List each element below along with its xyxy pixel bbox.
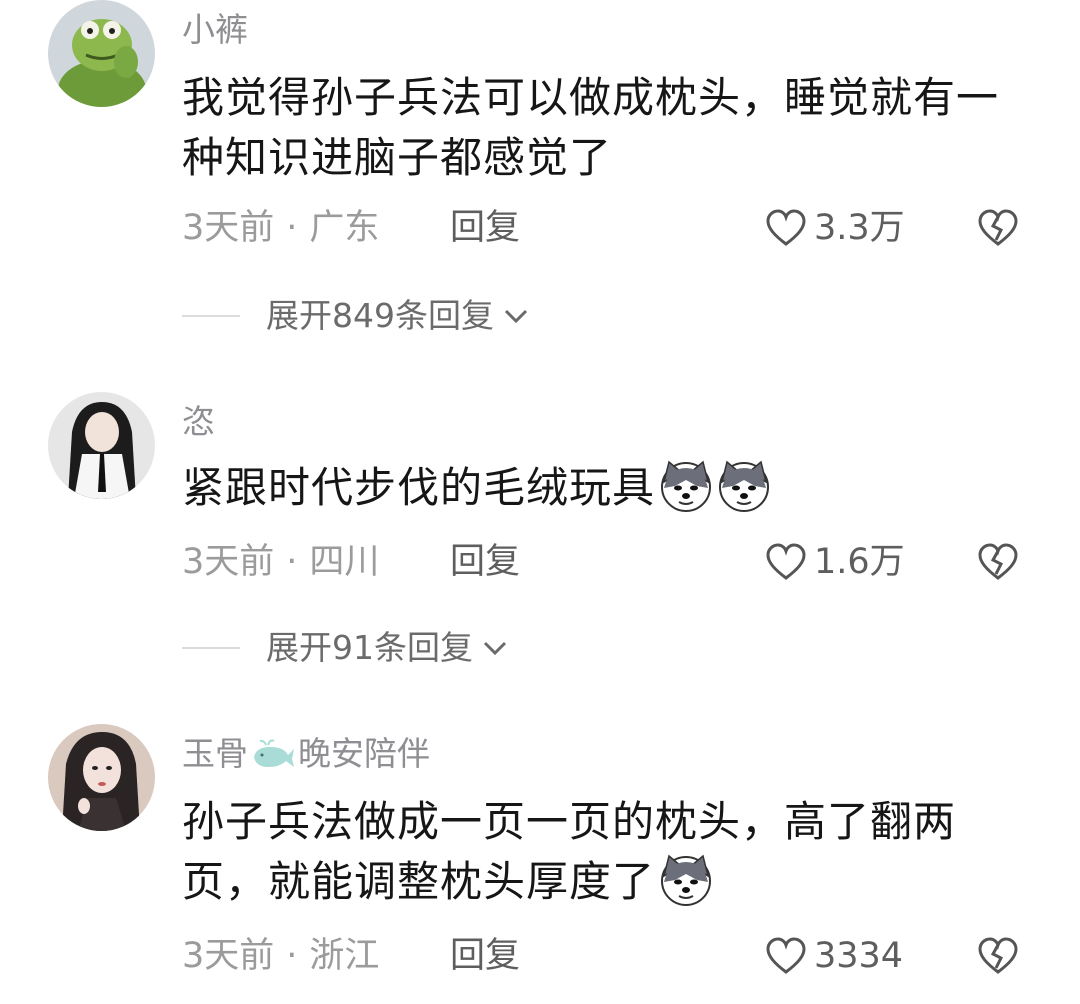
comment-time: 3天前	[182, 208, 275, 248]
like-button[interactable]: 3334	[764, 936, 903, 976]
broken-heart-icon	[978, 209, 1018, 246]
comment-time: 3天前	[182, 542, 275, 582]
comment-location: 广东	[309, 208, 380, 248]
username[interactable]: 恣	[182, 402, 215, 442]
like-button[interactable]: 3.3万	[764, 208, 905, 248]
avatar[interactable]	[48, 724, 155, 831]
separator: ·	[286, 936, 298, 976]
like-button[interactable]: 1.6万	[764, 542, 905, 582]
comment-text: 我觉得孙子兵法可以做成枕头，睡觉就有一种知识进脑子都感觉了	[182, 73, 1000, 182]
husky-dog-emoji	[661, 460, 712, 512]
username[interactable]: 玉骨 晚安陪伴	[182, 734, 430, 774]
expand-replies-label: 展开91条回复	[266, 628, 473, 667]
comment-location: 四川	[309, 542, 380, 582]
chevron-down-icon	[483, 641, 507, 656]
comment-text-body: 孙子兵法做成一页一页的枕头，高了翻两页，就能调整枕头厚度了	[182, 797, 957, 906]
separator: ·	[286, 208, 298, 248]
reply-button[interactable]: 回复	[450, 208, 520, 248]
comment-text: 紧跟时代步伐的毛绒玩具	[182, 458, 1002, 518]
divider-line	[182, 647, 240, 649]
comment-text: 孙子兵法做成一页一页的枕头，高了翻两页，就能调整枕头厚度了	[182, 792, 1002, 912]
broken-heart-icon	[978, 543, 1018, 580]
expand-replies-button[interactable]: 展开91条回复	[182, 628, 509, 668]
username-part: 玉骨	[182, 734, 248, 773]
reply-button[interactable]: 回复	[450, 542, 520, 582]
username-part: 晚安陪伴	[298, 734, 430, 773]
comment-location: 浙江	[309, 936, 380, 976]
reply-button[interactable]: 回复	[450, 936, 520, 976]
expand-replies-label: 展开849条回复	[266, 296, 494, 335]
broken-heart-icon	[978, 937, 1018, 974]
avatar[interactable]	[48, 0, 155, 107]
comment-text-body: 紧跟时代步伐的毛绒玩具	[182, 463, 656, 512]
chevron-down-icon	[504, 309, 528, 324]
husky-dog-emoji	[719, 460, 770, 512]
whale-icon	[254, 739, 294, 767]
dislike-button[interactable]	[976, 542, 1020, 586]
divider-line	[182, 315, 240, 317]
heart-outline-icon	[766, 937, 806, 974]
comment-meta: 3天前 · 浙江	[182, 936, 379, 976]
username[interactable]: 小裤	[182, 10, 248, 50]
husky-dog-emoji	[661, 854, 712, 906]
expand-replies-button[interactable]: 展开849条回复	[182, 296, 530, 336]
heart-outline-icon	[766, 209, 806, 246]
comment-meta: 3天前 · 四川	[182, 542, 379, 582]
heart-outline-icon	[766, 543, 806, 580]
comment-time: 3天前	[182, 936, 275, 976]
like-count: 3.3万	[814, 208, 905, 248]
separator: ·	[286, 542, 298, 582]
dislike-button[interactable]	[976, 936, 1020, 980]
like-count: 3334	[814, 936, 904, 976]
like-count: 1.6万	[814, 542, 905, 582]
comment-meta: 3天前 · 广东	[182, 208, 379, 248]
dislike-button[interactable]	[976, 208, 1020, 252]
avatar[interactable]	[48, 392, 155, 499]
